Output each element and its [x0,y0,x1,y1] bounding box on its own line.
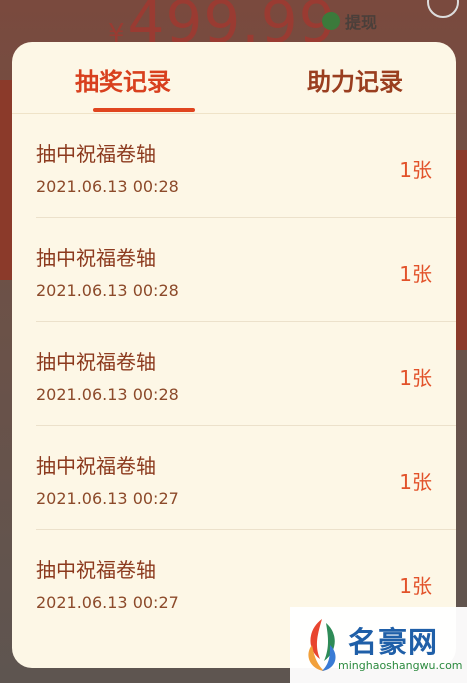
record-time: 2021.06.13 00:27 [36,489,179,508]
tab-bar: 抽奖记录 助力记录 [12,42,456,114]
watermark-brand: 名豪网 [348,625,439,659]
withdraw-label: 提现 [345,13,378,32]
record-time: 2021.06.13 00:28 [36,281,179,300]
record-title: 抽中祝福卷轴 [36,350,156,374]
record-quantity: 1张 [399,262,432,286]
list-item: 抽中祝福卷轴 2021.06.13 00:28 1张 [36,218,456,322]
watermark: 名豪网 minghaoshangwu.com [290,607,467,683]
record-time: 2021.06.13 00:27 [36,593,179,612]
watermark-domain: minghaoshangwu.com [338,659,463,672]
record-time: 2021.06.13 00:28 [36,385,179,404]
list-item: 抽中祝福卷轴 2021.06.13 00:27 1张 [36,426,456,530]
records-modal: 抽奖记录 助力记录 抽中祝福卷轴 2021.06.13 00:28 1张 抽中祝… [12,42,456,668]
record-quantity: 1张 [399,158,432,182]
tab-lottery-records[interactable]: 抽奖记录 [12,42,234,113]
tab-assist-records[interactable]: 助力记录 [234,42,456,113]
record-title: 抽中祝福卷轴 [36,558,156,582]
withdraw-button[interactable]: 提现 [322,8,377,34]
record-title: 抽中祝福卷轴 [36,142,156,166]
record-list: 抽中祝福卷轴 2021.06.13 00:28 1张 抽中祝福卷轴 2021.0… [36,114,456,634]
active-tab-indicator [93,108,195,112]
tab-label: 助力记录 [307,68,403,96]
record-quantity: 1张 [399,574,432,598]
record-quantity: 1张 [399,366,432,390]
wechat-icon [322,12,340,30]
record-quantity: 1张 [399,470,432,494]
list-item: 抽中祝福卷轴 2021.06.13 00:28 1张 [36,322,456,426]
tab-label: 抽奖记录 [75,68,171,96]
list-item: 抽中祝福卷轴 2021.06.13 00:28 1张 [36,114,456,218]
record-title: 抽中祝福卷轴 [36,246,156,270]
record-title: 抽中祝福卷轴 [36,454,156,478]
record-time: 2021.06.13 00:28 [36,177,179,196]
close-icon[interactable] [427,0,459,18]
